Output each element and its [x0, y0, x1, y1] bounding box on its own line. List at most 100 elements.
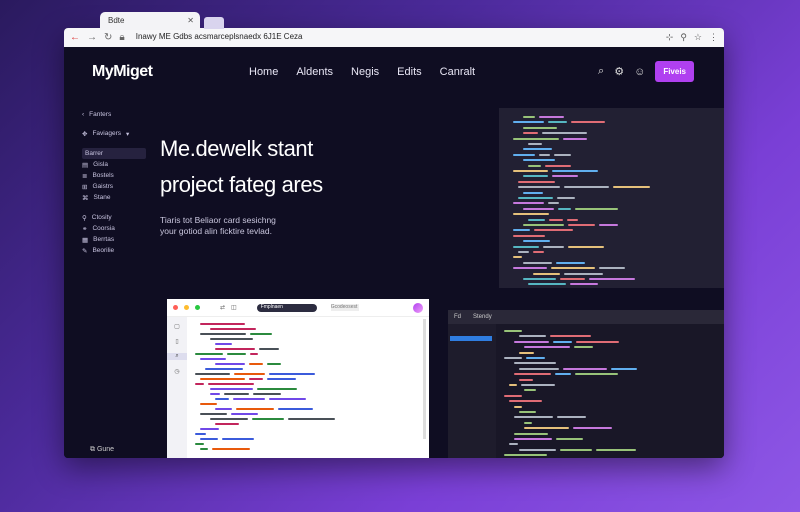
sidebar-item-stane[interactable]: ⌘ Stane: [82, 192, 146, 203]
code-line: [611, 367, 637, 370]
code-line: [513, 153, 535, 156]
code-line: [524, 421, 532, 424]
code-line: [513, 213, 549, 216]
sidebar-footer[interactable]: ⧉ Gune: [90, 446, 114, 454]
sidebar-item-label: Berrtas: [93, 236, 115, 243]
code-line: [519, 335, 546, 338]
code-line: [205, 368, 243, 370]
code-line: [523, 132, 538, 135]
forward-button[interactable]: →: [87, 32, 97, 43]
editor-tab[interactable]: Stendy: [473, 314, 492, 320]
editor-search[interactable]: Gcodeosest: [330, 304, 359, 311]
arrow-icon[interactable]: ⇄: [220, 304, 225, 311]
code-line: [210, 388, 253, 390]
code-line: [249, 378, 263, 380]
code-line: [539, 153, 550, 156]
pin-icon[interactable]: ⊹: [666, 32, 674, 43]
code-line: [545, 164, 571, 167]
sidebar-item-beorilie[interactable]: ✎ Beorilie: [82, 245, 146, 256]
code-line: [523, 261, 552, 264]
new-tab-button[interactable]: [204, 17, 224, 29]
code-line: [513, 121, 544, 124]
code-line: [513, 170, 548, 172]
code-line: [548, 202, 559, 205]
code-line: [513, 245, 539, 248]
code-line: [518, 197, 553, 199]
user-icon[interactable]: ☺: [634, 66, 645, 78]
code-line: [560, 448, 592, 451]
file-explorer: [448, 324, 496, 458]
files-icon[interactable]: ▢: [167, 323, 187, 330]
code-line: [249, 363, 263, 365]
grid-icon: ⊞: [82, 183, 88, 191]
code-line: [558, 207, 571, 210]
code-line: [504, 394, 522, 397]
doc-icon[interactable]: ▯: [167, 338, 187, 345]
code-line: [550, 335, 591, 338]
sidebar-item-bostels[interactable]: ≣ Bostels: [82, 170, 146, 181]
back-icon: ‹: [82, 111, 85, 118]
code-line: [548, 121, 567, 124]
list-icon: ≣: [82, 172, 88, 180]
code-line: [557, 416, 586, 419]
scrollbar[interactable]: [423, 319, 426, 439]
code-line: [518, 186, 560, 189]
code-line: [195, 433, 206, 435]
sidebar-item-coorsia[interactable]: ⚭ Coorsia: [82, 223, 146, 234]
code-line: [519, 411, 536, 413]
sidebar-item-gisla[interactable]: ▤ Gisla: [82, 159, 146, 170]
hero-subtitle: Tiaris tot Beliaor card sesichng your go…: [160, 215, 276, 237]
light-editor-screenshot: ⇄ ◫ Fmplnaen Gcodeosest ▢ ▯ ⌕ ◷: [167, 299, 429, 458]
sidebar-item-fanters[interactable]: ‹ Fanters: [82, 109, 146, 120]
close-tab-icon[interactable]: ✕: [187, 16, 194, 25]
maximize-dot[interactable]: [195, 305, 200, 310]
nav-aldents[interactable]: Aldents: [296, 66, 333, 78]
settings-icon[interactable]: ⚙: [614, 65, 624, 78]
cta-button[interactable]: Fiveis: [655, 61, 694, 82]
search-icon[interactable]: ⌕: [598, 65, 604, 78]
nav-edits[interactable]: Edits: [397, 66, 421, 78]
search-files-icon[interactable]: ⌕: [167, 353, 187, 360]
extension-icon[interactable]: ⚲: [680, 32, 687, 43]
code-line: [267, 378, 296, 380]
browser-tab[interactable]: Bdte ✕: [100, 12, 200, 30]
code-line: [519, 448, 556, 451]
code-line: [210, 418, 248, 420]
nav-canralt[interactable]: Canralt: [440, 66, 475, 78]
site-logo[interactable]: MyMiget: [92, 63, 153, 81]
code-line: [528, 283, 566, 286]
browser-toolbar: ← → ↻ 🔒︎ Inawy ME Gdbs acsmarceplsnaedx …: [64, 28, 724, 47]
bookmark-icon[interactable]: ☆: [694, 32, 702, 43]
editor-tab[interactable]: Fmplnaen: [256, 303, 317, 312]
code-line: [519, 351, 534, 354]
code-line: [528, 164, 541, 167]
lock-icon: 🔒︎: [119, 32, 125, 43]
code-line: [514, 373, 551, 376]
sidebar-item-barrer[interactable]: Barrer: [82, 148, 146, 159]
menu-icon[interactable]: ⋮: [709, 32, 718, 43]
code-line: [613, 186, 650, 189]
back-button[interactable]: ←: [70, 32, 80, 43]
sidebar-item-label: Gisla: [93, 161, 108, 168]
sidebar-item-ctosity[interactable]: ⚲ Ctosity: [82, 212, 146, 223]
reload-icon[interactable]: ↻: [104, 32, 112, 43]
code-line: [523, 278, 556, 280]
nav-home[interactable]: Home: [249, 66, 278, 78]
code-line: [523, 116, 535, 118]
tab-strip: Bdte ✕: [100, 12, 224, 30]
sidebar-item-berrtas[interactable]: ▦ Berrtas: [82, 234, 146, 245]
code-line: [200, 358, 226, 360]
nav-negis[interactable]: Negis: [351, 66, 379, 78]
sidebar-toggle-icon[interactable]: ◫: [231, 304, 237, 311]
avatar[interactable]: [413, 302, 423, 313]
address-bar[interactable]: Inawy ME Gdbs acsmarceplsnaedx 6J1E Ceza: [132, 31, 659, 44]
code-line: [210, 328, 256, 330]
code-line: [513, 267, 547, 270]
clock-icon[interactable]: ◷: [167, 368, 187, 375]
close-dot[interactable]: [173, 305, 178, 310]
code-line: [200, 428, 219, 430]
code-line: [589, 278, 635, 280]
sidebar-group[interactable]: ✥ Faviagers ▾: [82, 128, 146, 139]
sidebar-item-gaistrs[interactable]: ⊞ Gaistrs: [82, 181, 146, 192]
minimize-dot[interactable]: [184, 305, 189, 310]
